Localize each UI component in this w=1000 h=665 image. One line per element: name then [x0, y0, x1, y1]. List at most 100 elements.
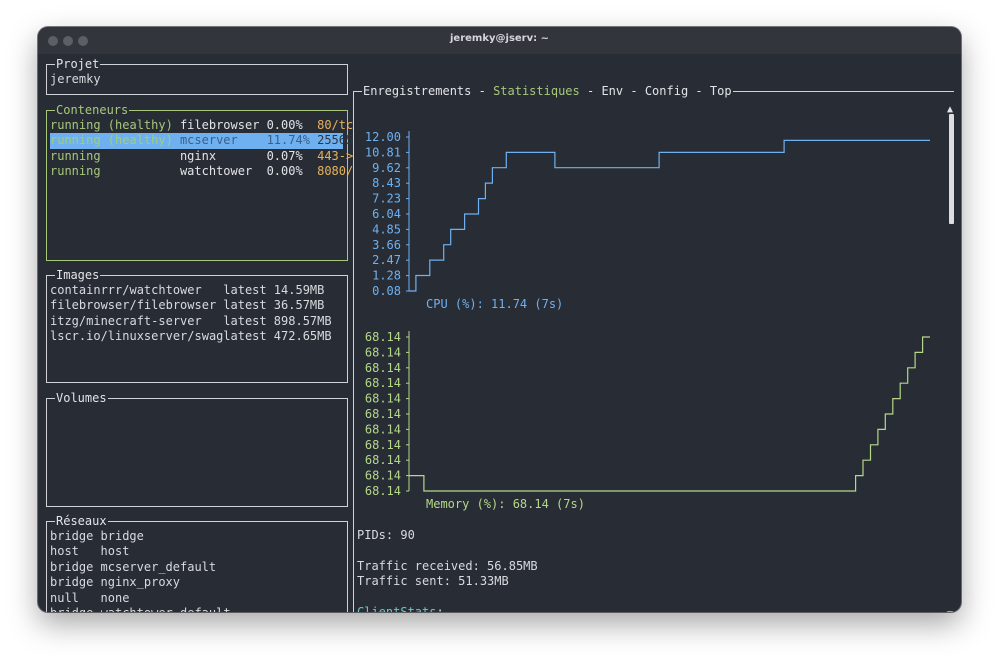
container-row[interactable]: running watchtower 0.00% 8080/	[50, 164, 353, 179]
y-tick-label: 10.81	[365, 145, 401, 159]
reseaux-title: Réseaux	[55, 513, 108, 529]
image-row[interactable]: filebrowser/filebrowser latest 36.57MB	[50, 298, 343, 313]
network-row[interactable]: bridgewatchtower_default	[50, 606, 343, 612]
y-tick-label: 68.14	[365, 469, 401, 483]
y-tick-label: 0.08	[372, 284, 401, 298]
image-size: 898.57MB	[273, 313, 332, 328]
reseaux-list: bridge bridge host host bridge mcserver_defau…	[50, 529, 343, 612]
network-name: bridge	[100, 529, 144, 543]
series-line	[409, 336, 930, 492]
images-title: Images	[55, 267, 101, 283]
conteneurs-list: running (healthy) filebrowser 0.00% 80/tc ru…	[50, 118, 353, 180]
y-tick-label: 68.14	[365, 376, 401, 390]
scroll-down-icon[interactable]: ▼	[947, 607, 953, 612]
network-row[interactable]: null none	[50, 591, 343, 606]
y-tick-label: 2.47	[372, 253, 401, 267]
image-name: containrrr/watchtower	[50, 283, 202, 297]
cpu-label: CPU (%): 11.74 (7s)	[426, 297, 564, 311]
image-tag: latest	[223, 329, 267, 344]
network-name: nginx_proxy	[100, 575, 181, 590]
y-tick-label: 8.43	[372, 176, 401, 190]
container-row[interactable]: running (healthy) filebrowser 0.00% 80/tc	[50, 118, 353, 133]
y-tick-label: 68.14	[365, 361, 401, 375]
volumes-title: Volumes	[55, 390, 108, 406]
image-size: 14.59MB	[273, 283, 325, 297]
window-title: jeremky@jserv: ~	[450, 33, 549, 44]
image-row[interactable]: itzg/minecraft-server latest 898.57MB	[50, 314, 343, 329]
container-status: running (healthy)	[50, 133, 173, 148]
y-tick-label: 68.14	[365, 484, 401, 498]
cpu-chart: 12.0010.81 9.628.43 7.236.044.85 3.662.47 1.…	[365, 130, 930, 298]
y-tick-label: 68.14	[365, 438, 401, 452]
pids-text: PIDs: 90	[357, 528, 415, 542]
container-cpu: 0.00%	[266, 164, 303, 179]
terminal-content: Projet jeremky Conteneurs running (healt…	[38, 54, 961, 612]
y-tick-label: 6.04	[372, 207, 401, 221]
container-status: running	[50, 164, 101, 179]
network-name: host	[100, 544, 130, 559]
container-cpu: 0.00%	[266, 118, 303, 132]
image-row[interactable]: containrrr/watchtower latest 14.59MB	[50, 283, 343, 298]
container-name: mcserver	[179, 133, 238, 148]
container-name: watchtower	[179, 164, 253, 179]
y-tick-label: 12.00	[365, 130, 401, 144]
details-panel[interactable]: Enregistrements - Statistiques - Env - C…	[353, 83, 954, 612]
memory-label: Memory (%): 68.14 (7s)	[426, 497, 585, 511]
scrollbar-thumb[interactable]	[949, 114, 954, 224]
image-tag: latest	[223, 313, 267, 328]
network-driver: bridge	[50, 606, 101, 612]
container-row[interactable]: running nginx 0.07% 443->	[50, 148, 353, 164]
network-driver: bridge	[50, 559, 94, 574]
y-tick-label: 68.14	[365, 330, 401, 344]
projet-value: jeremky	[50, 72, 101, 86]
network-name: watchtower_default	[101, 606, 245, 612]
image-size: 36.57MB	[273, 298, 325, 313]
network-row[interactable]: bridge nginx_proxy	[50, 575, 343, 590]
y-tick-label: 3.66	[372, 238, 401, 252]
container-status: running	[50, 148, 101, 163]
title-bar: jeremky@jserv: ~	[38, 27, 961, 54]
conteneurs-title: Conteneurs	[55, 102, 130, 118]
y-tick-label: 7.23	[372, 192, 401, 206]
image-tag: latest	[223, 298, 267, 313]
y-tick-label: 9.62	[372, 161, 401, 175]
image-name: itzg/minecraft-server	[50, 313, 202, 328]
memory-chart: 68.1468.1468.1468.1468.1468.1468.1468.14…	[365, 330, 930, 498]
conteneurs-panel[interactable]: Conteneurs running (healthy) filebrowser 0…	[46, 102, 353, 261]
container-name: nginx	[179, 148, 217, 163]
y-tick-label: 68.14	[365, 345, 401, 359]
image-tag: latest	[223, 283, 267, 297]
image-name: lscr.io/linuxserver/swag	[50, 329, 224, 344]
container-row[interactable]: running (healthy) mcserver 11.74% 25565	[50, 133, 353, 149]
container-port: 8080/	[317, 164, 354, 179]
image-name: filebrowser/filebrowser	[50, 298, 217, 313]
container-port: 80/tc	[317, 118, 354, 132]
projet-panel[interactable]: Projet jeremky	[46, 56, 348, 95]
container-status: running (healthy)	[50, 118, 173, 132]
container-port: 25565	[317, 133, 354, 148]
network-row[interactable]: host host	[50, 544, 343, 559]
client-stats-text: ClientStats:	[357, 605, 444, 612]
network-name: mcserver_default	[100, 559, 217, 574]
images-list: containrrr/watchtower latest 14.59MB filebr…	[50, 283, 343, 345]
network-row[interactable]: bridge mcserver_default	[50, 560, 343, 575]
network-row[interactable]: bridge bridge	[50, 529, 343, 544]
network-driver: host	[50, 544, 79, 559]
y-tick-label: 68.14	[365, 407, 401, 421]
network-name: none	[100, 590, 130, 605]
network-driver: bridge	[50, 529, 94, 543]
volumes-panel[interactable]: Volumes	[46, 390, 348, 507]
reseaux-panel[interactable]: Réseaux bridge bridge host host bridge mcserv…	[46, 513, 348, 612]
images-panel[interactable]: Images containrrr/watchtower latest 14.59M…	[46, 267, 348, 383]
container-cpu: 11.74%	[266, 133, 310, 148]
traffic-sent-text: Traffic sent: 51.33MB	[357, 574, 509, 588]
image-size: 472.65MB	[273, 329, 332, 344]
y-tick-label: 1.28	[372, 269, 401, 283]
container-port: 443->	[317, 148, 354, 163]
y-tick-label: 68.14	[365, 453, 401, 467]
y-tick-label: 68.14	[365, 392, 401, 406]
projet-title: Projet	[55, 56, 101, 72]
y-tick-label: 68.14	[365, 422, 401, 436]
image-row[interactable]: lscr.io/linuxserver/swaglatest 472.65MB	[50, 329, 343, 344]
container-cpu: 0.07%	[266, 148, 303, 163]
